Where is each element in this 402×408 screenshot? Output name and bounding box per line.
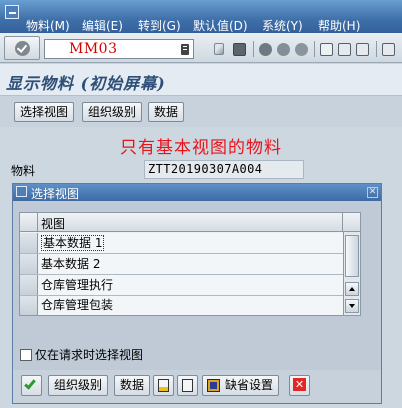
row-cell[interactable]: 基本数据 1	[39, 233, 343, 253]
command-history-icon[interactable]	[181, 44, 189, 55]
scroll-up-arrow-icon[interactable]	[345, 282, 359, 296]
cancel-button[interactable]: ✕	[289, 375, 310, 396]
info-heading: 只有基本视图的物料	[120, 138, 282, 158]
select-views-dialog: 选择视图 ✕ 视图 基本数据 1 基本数据 2 仓库管理执行 仓库管理包装 仅在…	[12, 183, 382, 404]
print-icon[interactable]	[320, 43, 333, 56]
command-field[interactable]: MM03	[44, 39, 194, 59]
select-all-button[interactable]	[153, 375, 174, 396]
scroll-down-arrow-icon[interactable]	[345, 299, 359, 313]
default-settings-button[interactable]: 缺省设置	[202, 375, 280, 396]
table-row[interactable]: 基本数据 2	[20, 254, 343, 275]
menu-material[interactable]: 物料(M)	[26, 17, 70, 34]
cancel-icon[interactable]	[295, 43, 308, 56]
row-selector[interactable]	[20, 296, 38, 315]
check-icon	[24, 377, 36, 390]
row-selector[interactable]	[20, 275, 38, 295]
window-menu-icon[interactable]	[5, 5, 19, 19]
menu-edit[interactable]: 编辑(E)	[82, 17, 123, 34]
save-icon	[207, 379, 220, 392]
menu-goto[interactable]: 转到(G)	[138, 17, 181, 34]
toolbar-separator	[314, 41, 315, 57]
standard-toolbar: MM03	[0, 33, 402, 63]
dialog-footer: 组织级别 数据 缺省设置 ✕	[13, 370, 381, 403]
application-toolbar: 选择视图 组织级别 数据	[0, 97, 402, 127]
dialog-menu-icon[interactable]	[16, 186, 27, 197]
column-config-cell	[342, 213, 360, 231]
table-row[interactable]: 仓库管理执行	[20, 275, 343, 296]
command-value: MM03	[69, 41, 118, 57]
back-arrow-icon[interactable]	[214, 43, 224, 55]
menu-system[interactable]: 系统(Y)	[262, 17, 303, 34]
dialog-org-levels-button[interactable]: 组织级别	[48, 375, 109, 396]
close-icon[interactable]: ✕	[367, 187, 378, 198]
row-cell[interactable]: 仓库管理执行	[39, 275, 343, 295]
material-field[interactable]: ZTT20190307A004	[144, 160, 304, 179]
toolbar-separator	[376, 41, 377, 57]
back-icon[interactable]	[259, 43, 272, 56]
vertical-scrollbar[interactable]	[343, 232, 360, 315]
find-next-icon[interactable]	[356, 43, 369, 56]
only-on-request-option[interactable]: 仅在请求时选择视图	[20, 346, 143, 363]
row-selector[interactable]	[20, 254, 38, 274]
save-icon[interactable]	[233, 43, 246, 56]
row-cell[interactable]: 仓库管理包装	[39, 296, 343, 315]
menu-help[interactable]: 帮助(H)	[318, 17, 360, 34]
find-icon[interactable]	[338, 43, 351, 56]
org-levels-button[interactable]: 组织级别	[82, 102, 143, 122]
only-on-request-checkbox[interactable]	[20, 349, 32, 361]
exit-icon[interactable]	[277, 43, 290, 56]
menu-defaults[interactable]: 默认值(D)	[193, 17, 248, 34]
view-table: 视图 基本数据 1 基本数据 2 仓库管理执行 仓库管理包装	[19, 212, 361, 316]
data-button[interactable]: 数据	[148, 102, 185, 122]
cancel-icon: ✕	[293, 378, 306, 391]
row-label: 基本数据 1	[41, 235, 105, 251]
scroll-thumb[interactable]	[345, 235, 359, 277]
select-all-icon	[158, 379, 169, 392]
dialog-titlebar[interactable]: 选择视图 ✕	[13, 184, 381, 201]
dialog-data-button[interactable]: 数据	[114, 375, 151, 396]
dialog-title: 选择视图	[31, 187, 80, 201]
row-cell[interactable]: 基本数据 2	[39, 254, 343, 274]
menu-bar: 物料(M) 编辑(E) 转到(G) 默认值(D) 系统(Y) 帮助(H)	[0, 0, 402, 33]
select-views-button[interactable]: 选择视图	[14, 102, 75, 122]
table-header: 视图	[20, 213, 360, 232]
continue-button[interactable]	[21, 375, 42, 396]
material-label: 物料	[11, 164, 36, 178]
column-header-view[interactable]: 视图	[41, 215, 65, 232]
table-row[interactable]: 仓库管理包装	[20, 296, 343, 315]
default-settings-label: 缺省设置	[225, 378, 274, 392]
screen-title: 显示物料 (初始屏幕)	[6, 74, 166, 93]
row-selector[interactable]	[20, 233, 38, 253]
enter-button[interactable]	[4, 36, 40, 60]
deselect-all-button[interactable]	[177, 375, 198, 396]
table-row[interactable]: 基本数据 1	[20, 233, 343, 254]
toolbar-separator	[253, 41, 254, 57]
only-on-request-label: 仅在请求时选择视图	[35, 348, 144, 362]
title-bar: 显示物料 (初始屏幕)	[0, 64, 402, 96]
deselect-all-icon	[182, 379, 193, 392]
first-page-icon[interactable]	[382, 43, 395, 56]
enter-check-icon	[15, 41, 30, 56]
select-all-selector[interactable]	[20, 213, 38, 231]
